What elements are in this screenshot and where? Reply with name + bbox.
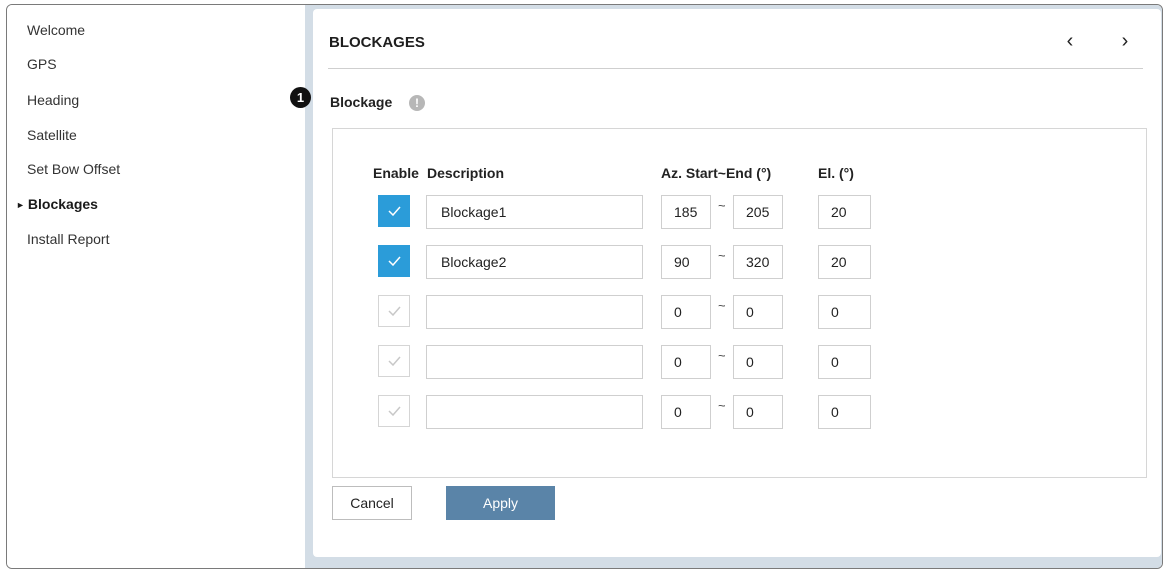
chevron-left-icon[interactable]: ‹ <box>1058 29 1082 53</box>
range-separator: ~ <box>718 248 726 263</box>
azimuth-end-input[interactable]: 0 <box>733 395 783 429</box>
range-separator: ~ <box>718 298 726 313</box>
sidebar-item-gps[interactable]: GPS <box>27 56 57 72</box>
azimuth-end-input[interactable]: 205 <box>733 195 783 229</box>
elevation-input[interactable]: 0 <box>818 395 871 429</box>
check-icon <box>388 306 401 316</box>
azimuth-end-input[interactable]: 0 <box>733 295 783 329</box>
apply-button[interactable]: Apply <box>446 486 555 520</box>
elevation-input[interactable]: 0 <box>818 295 871 329</box>
check-icon <box>388 406 401 416</box>
enable-checkbox[interactable] <box>378 395 410 427</box>
table-row: 0 ~0 0 <box>333 295 1146 329</box>
table-row: Blockage2 90 ~320 20 <box>333 245 1146 279</box>
page-title: BLOCKAGES <box>329 34 425 51</box>
azimuth-start-input[interactable]: 0 <box>661 345 711 379</box>
blockages-panel: BLOCKAGES ‹ › Blockage ! Enable Descript… <box>313 9 1161 557</box>
description-input[interactable] <box>426 345 643 379</box>
enable-checkbox[interactable] <box>378 295 410 327</box>
chevron-right-icon[interactable]: › <box>1113 29 1137 53</box>
description-input[interactable]: Blockage1 <box>426 195 643 229</box>
azimuth-end-input[interactable]: 0 <box>733 345 783 379</box>
table-row: 0 ~0 0 <box>333 345 1146 379</box>
enable-checkbox[interactable] <box>378 245 410 277</box>
sidebar-item-heading[interactable]: Heading <box>27 92 79 108</box>
enable-checkbox[interactable] <box>378 345 410 377</box>
range-separator: ~ <box>718 398 726 413</box>
sidebar-item-install-report[interactable]: Install Report <box>27 231 109 247</box>
description-input[interactable] <box>426 295 643 329</box>
description-input[interactable]: Blockage2 <box>426 245 643 279</box>
elevation-input[interactable]: 20 <box>818 195 871 229</box>
azimuth-start-input[interactable]: 0 <box>661 295 711 329</box>
column-header-description: Description <box>427 165 505 181</box>
elevation-input[interactable]: 0 <box>818 345 871 379</box>
range-separator: ~ <box>718 198 726 213</box>
title-divider <box>328 68 1143 69</box>
active-arrow-icon: ► <box>16 200 25 210</box>
elevation-input[interactable]: 20 <box>818 245 871 279</box>
sidebar-item-welcome[interactable]: Welcome <box>27 22 85 38</box>
check-icon <box>388 256 401 266</box>
column-header-enable: Enable <box>373 165 419 181</box>
sidebar: Welcome GPS Heading Satellite Set Bow Of… <box>7 5 305 568</box>
column-header-azimuth: Az. Start~End (°) <box>661 165 772 181</box>
sidebar-item-set-bow-offset[interactable]: Set Bow Offset <box>27 161 120 177</box>
section-label: Blockage <box>330 94 393 110</box>
column-header-elevation: El. (°) <box>818 165 854 181</box>
sidebar-item-blockages[interactable]: ► Blockages <box>16 196 98 212</box>
table-row: 0 ~0 0 <box>333 395 1146 429</box>
check-icon <box>388 356 401 366</box>
info-icon[interactable]: ! <box>409 95 425 111</box>
enable-checkbox[interactable] <box>378 195 410 227</box>
table-row: Blockage1 185 ~205 20 <box>333 195 1146 229</box>
check-icon <box>388 206 401 216</box>
azimuth-start-input[interactable]: 90 <box>661 245 711 279</box>
sidebar-item-satellite[interactable]: Satellite <box>27 127 77 143</box>
callout-number-badge: 1 <box>290 87 311 108</box>
azimuth-end-input[interactable]: 320 <box>733 245 783 279</box>
azimuth-start-input[interactable]: 0 <box>661 395 711 429</box>
description-input[interactable] <box>426 395 643 429</box>
range-separator: ~ <box>718 348 726 363</box>
sidebar-item-label: Blockages <box>27 196 98 212</box>
azimuth-start-input[interactable]: 185 <box>661 195 711 229</box>
cancel-button[interactable]: Cancel <box>332 486 412 520</box>
blockage-table: Enable Description Az. Start~End (°) El.… <box>332 128 1147 478</box>
